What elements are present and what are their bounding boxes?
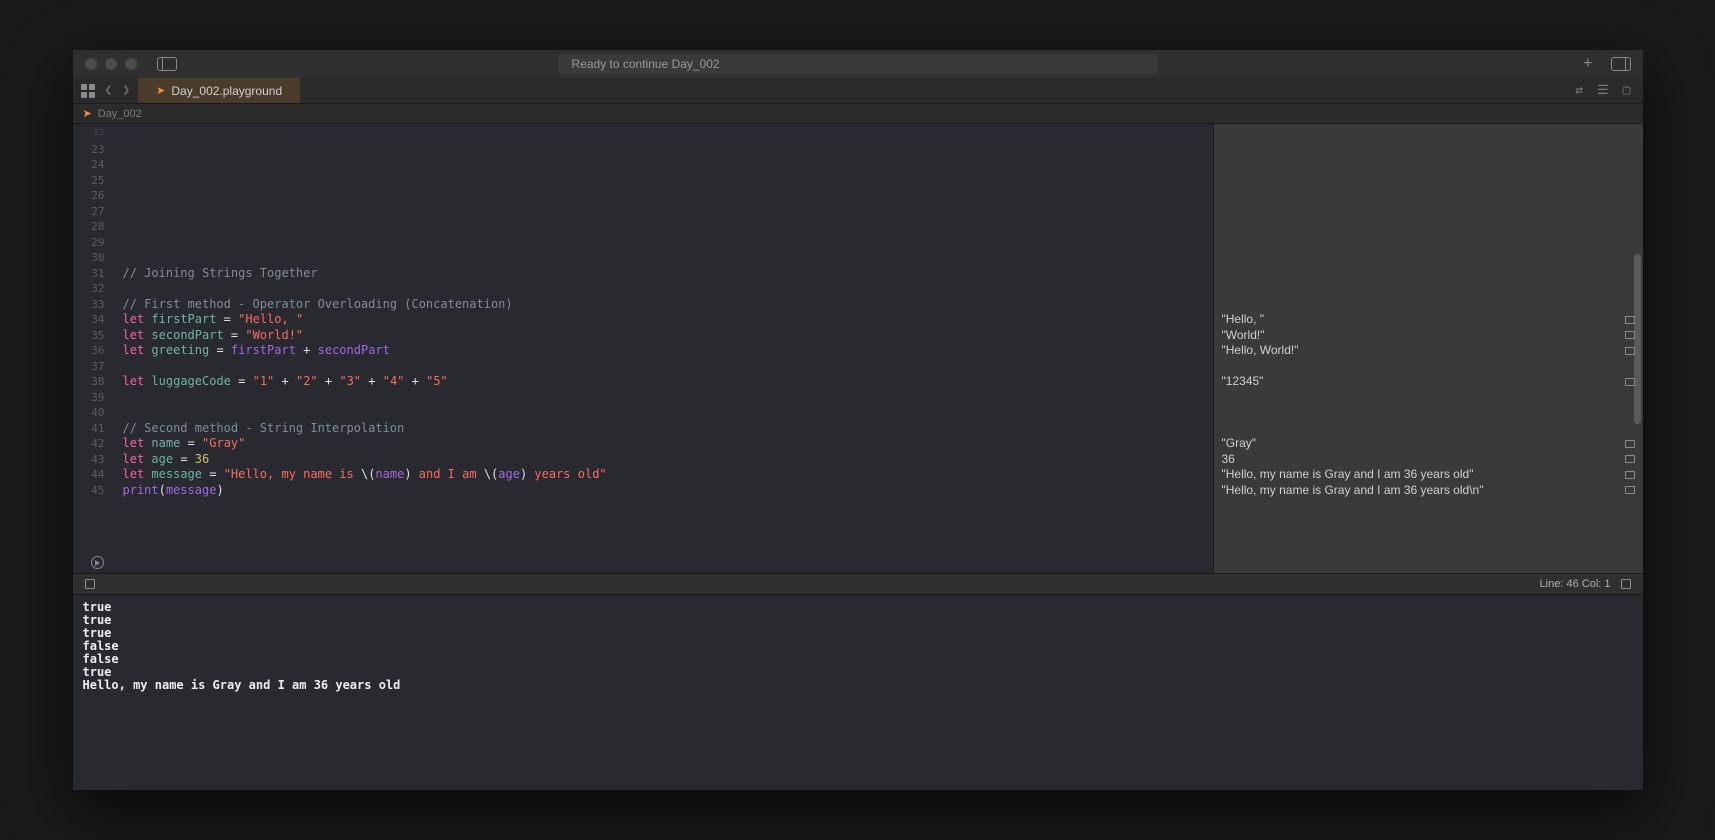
nav-back-icon[interactable]: ❮ — [105, 83, 113, 98]
result-line — [1214, 157, 1643, 173]
result-line — [1214, 359, 1643, 375]
result-line: "Hello, World!" — [1214, 343, 1643, 359]
result-line — [1214, 297, 1643, 313]
nav-forward-icon[interactable]: ❯ — [122, 83, 130, 98]
result-line — [1214, 126, 1643, 142]
swift-icon: ➤ — [156, 84, 165, 97]
inline-results-icon[interactable]: ⇄ — [1575, 83, 1583, 98]
add-editor-icon[interactable]: ▢ — [1623, 83, 1631, 98]
result-line — [1214, 405, 1643, 421]
quicklook-icon[interactable] — [1625, 378, 1635, 386]
zoom-window-button[interactable] — [125, 58, 137, 70]
result-line — [1214, 204, 1643, 220]
quicklook-icon[interactable] — [1625, 471, 1635, 479]
activity-status-text: Ready to continue Day_002 — [572, 57, 720, 71]
toggle-navigator-icon[interactable] — [157, 57, 177, 71]
adjust-editor-options-icon[interactable]: ☰ — [1597, 83, 1609, 98]
result-line — [1214, 390, 1643, 406]
result-line: "Hello, " — [1214, 312, 1643, 328]
result-line — [1214, 173, 1643, 189]
quicklook-icon[interactable] — [1625, 455, 1635, 463]
result-line — [1214, 421, 1643, 437]
result-line: "12345" — [1214, 374, 1643, 390]
tab-bar: ❮ ❯ ➤ Day_002.playground ⇄ ☰ ▢ — [73, 78, 1643, 104]
result-line: "World!" — [1214, 328, 1643, 344]
quicklook-icon[interactable] — [1625, 440, 1635, 448]
line-number-gutter: 2223242526272829303132333435363738394041… — [73, 124, 113, 573]
related-items-icon[interactable] — [81, 84, 95, 98]
toggle-output-icon[interactable] — [85, 579, 95, 589]
quicklook-icon[interactable] — [1625, 331, 1635, 339]
breadcrumb[interactable]: ➤ Day_002 — [73, 104, 1643, 124]
tab-active[interactable]: ➤ Day_002.playground — [138, 78, 300, 103]
result-line — [1214, 266, 1643, 282]
results-sidebar: "Hello, ""World!""Hello, World!" "12345" "… — [1213, 124, 1643, 573]
close-window-button[interactable] — [85, 58, 97, 70]
result-line — [1214, 188, 1643, 204]
run-playground-button[interactable] — [91, 556, 104, 569]
result-line — [1214, 250, 1643, 266]
swift-icon: ➤ — [83, 107, 92, 120]
result-line: 36 — [1214, 452, 1643, 468]
code-editor[interactable]: 2223242526272829303132333435363738394041… — [73, 124, 1213, 573]
result-line — [1214, 219, 1643, 235]
toggle-debug-area-icon[interactable] — [1621, 579, 1631, 589]
minimize-window-button[interactable] — [105, 58, 117, 70]
toggle-inspector-icon[interactable] — [1611, 57, 1631, 71]
activity-status-bar[interactable]: Ready to continue Day_002 — [558, 54, 1158, 74]
quicklook-icon[interactable] — [1625, 316, 1635, 324]
window-titlebar: Ready to continue Day_002 + — [73, 50, 1643, 78]
add-tab-button[interactable]: + — [1583, 55, 1592, 73]
console-output[interactable]: true true true false false true Hello, m… — [73, 595, 1643, 790]
traffic-lights — [85, 58, 137, 70]
cursor-position: Line: 46 Col: 1 — [1540, 578, 1611, 590]
result-line — [1214, 142, 1643, 158]
result-line: "Hello, my name is Gray and I am 36 year… — [1214, 467, 1643, 483]
result-line — [1214, 235, 1643, 251]
debug-area-toolbar: Line: 46 Col: 1 — [73, 573, 1643, 595]
tab-label: Day_002.playground — [171, 84, 282, 98]
breadcrumb-item: Day_002 — [98, 108, 142, 120]
quicklook-icon[interactable] — [1625, 486, 1635, 494]
result-line: "Gray" — [1214, 436, 1643, 452]
result-line — [1214, 281, 1643, 297]
quicklook-icon[interactable] — [1625, 347, 1635, 355]
result-line: "Hello, my name is Gray and I am 36 year… — [1214, 483, 1643, 499]
code-area[interactable]: // Joining Strings Together // First met… — [113, 124, 1213, 573]
